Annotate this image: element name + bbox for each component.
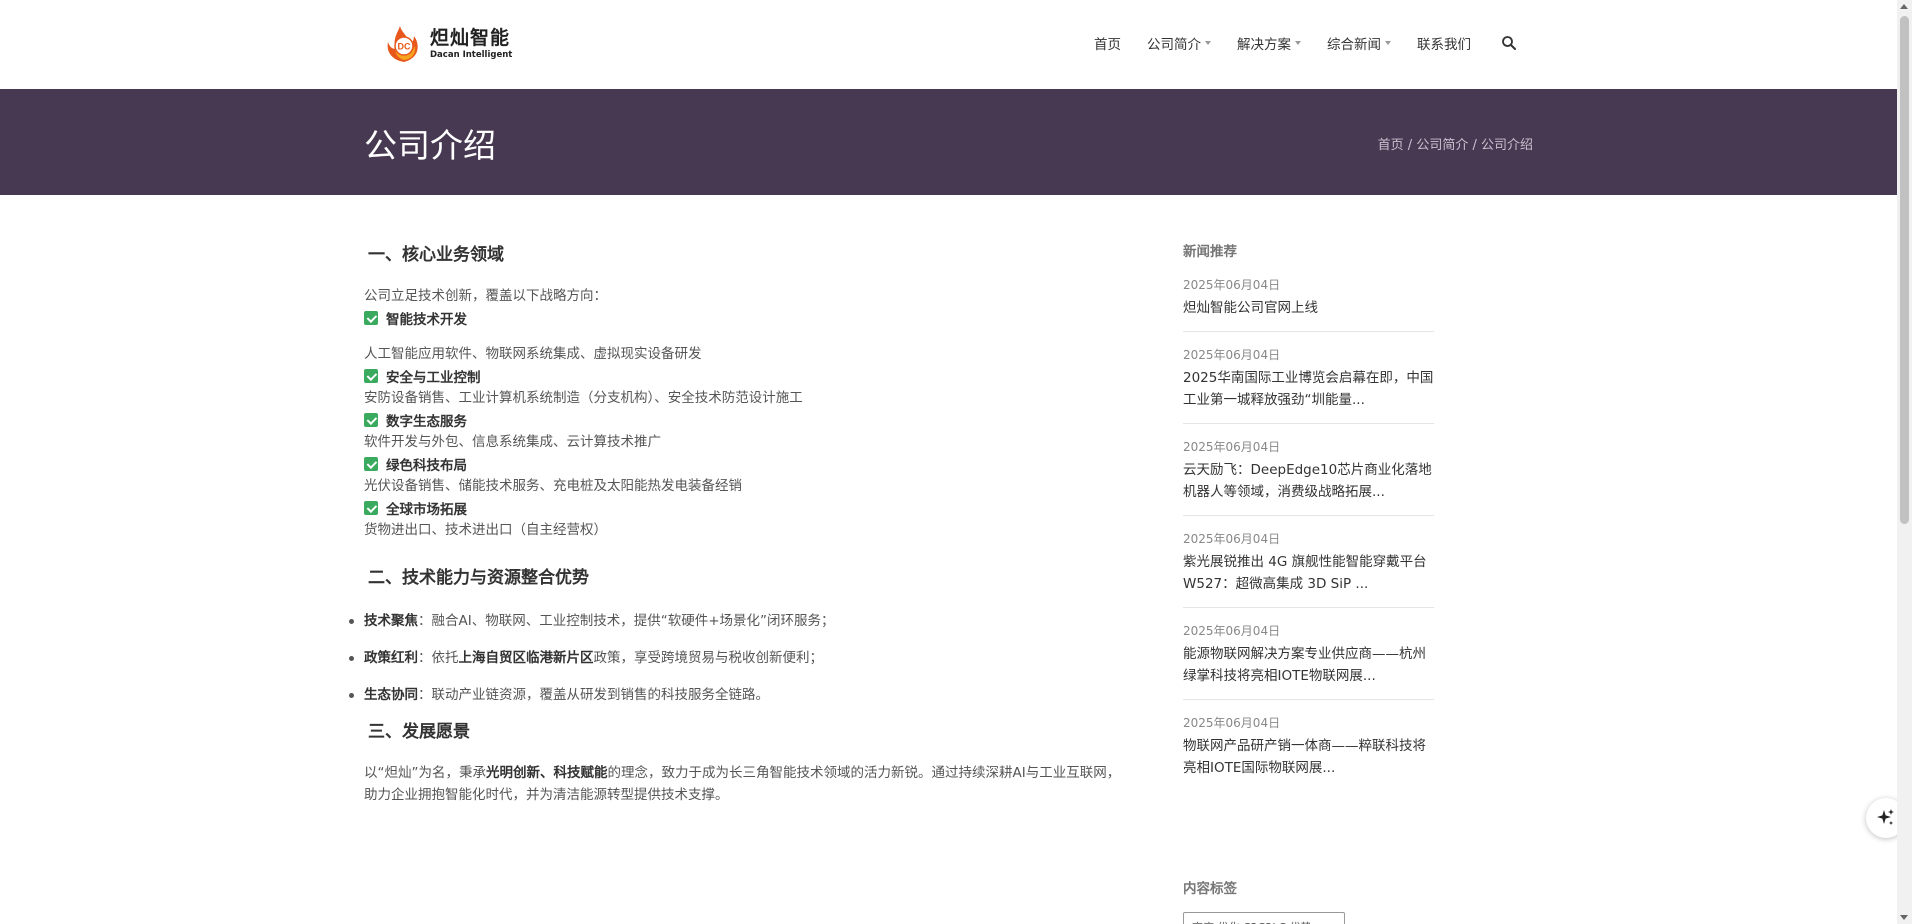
breadcrumb-company[interactable]: 公司简介 xyxy=(1416,138,1468,153)
logo-name-en: Dacan Intelligent xyxy=(430,49,513,60)
list-item-label: 政策红利 xyxy=(364,650,418,666)
vision-emphasis: 光明创新、科技赋能 xyxy=(486,765,608,781)
news-date: 2025年06月04日 xyxy=(1183,440,1281,454)
page-scrollbar[interactable] xyxy=(1897,0,1912,924)
chevron-down-icon xyxy=(1295,41,1301,45)
news-date: 2025年06月04日 xyxy=(1183,348,1281,362)
list-item-label: 生态协同 xyxy=(364,687,418,703)
list-item-label: 技术聚焦 xyxy=(364,613,418,629)
sidebar: 新闻推荐 2025年06月04日 炟灿智能公司官网上线 2025年06月04日 20… xyxy=(1183,240,1434,791)
news-date: 2025年06月04日 xyxy=(1183,716,1281,730)
business-area-heading: 全球市场拓展 xyxy=(364,497,1124,519)
svg-text:DC: DC xyxy=(398,42,411,52)
content-tag[interactable]: 高度 优化 C2C2LC 优势 xyxy=(1183,912,1345,924)
list-item-text: 政策，享受跨境贸易与税收创新便利； xyxy=(593,650,824,666)
tags-title: 内容标签 xyxy=(1183,881,1237,897)
search-icon[interactable] xyxy=(1501,35,1517,51)
news-title[interactable]: 紫光展锐推出 4G 旗舰性能智能穿戴平台 W527：超微高集成 3D SiP .… xyxy=(1183,551,1434,595)
news-title[interactable]: 2025华南国际工业博览会启幕在即，中国工业第一城释放强劲“圳能量... xyxy=(1183,367,1434,411)
scroll-down-arrow-icon[interactable] xyxy=(1900,915,1908,920)
main-nav: 首页 公司简介 解决方案 综合新闻 联系我们 xyxy=(1068,33,1517,53)
news-title[interactable]: 云天励飞：DeepEdge10芯片商业化落地机器人等领域，消费级战略拓展... xyxy=(1183,459,1434,503)
checkbox-checked-icon xyxy=(364,369,378,383)
nav-home[interactable]: 首页 xyxy=(1094,33,1121,53)
list-item: 技术聚焦：融合AI、物联网、工业控制技术，提供“软硬件+场景化”闭环服务； xyxy=(349,610,1124,647)
list-item: 政策红利：依托上海自贸区临港新片区政策，享受跨境贸易与税收创新便利； xyxy=(349,647,1124,684)
nav-news[interactable]: 综合新闻 xyxy=(1327,33,1391,53)
checkbox-checked-icon xyxy=(364,501,378,515)
business-area-name: 智能技术开发 xyxy=(386,312,467,328)
breadcrumb-home[interactable]: 首页 xyxy=(1378,138,1404,153)
business-area-desc: 光伏设备销售、储能技术服务、充电桩及太阳能热发电装备经销 xyxy=(364,478,742,494)
scrollbar-thumb[interactable] xyxy=(1900,16,1909,524)
news-item[interactable]: 2025年06月04日物联网产品研产销一体商——粹联科技将亮相IOTE国际物联网… xyxy=(1183,700,1434,791)
business-area-heading: 智能技术开发 xyxy=(364,307,1124,329)
news-item[interactable]: 2025年06月04日云天励飞：DeepEdge10芯片商业化落地机器人等领域，… xyxy=(1183,424,1434,516)
list-item: 生态协同：联动产业链资源，覆盖从研发到销售的科技服务全链路。 xyxy=(349,684,1124,721)
logo-name-cn: 炟灿智能 xyxy=(430,26,511,49)
breadcrumb: 首页 / 公司简介 / 公司介绍 xyxy=(1378,134,1533,153)
checkbox-checked-icon xyxy=(364,311,378,325)
nav-solutions-label: 解决方案 xyxy=(1237,37,1291,53)
checkbox-checked-icon xyxy=(364,457,378,471)
scroll-up-arrow-icon[interactable] xyxy=(1900,4,1908,9)
nav-company-label: 公司简介 xyxy=(1147,37,1201,53)
news-title[interactable]: 物联网产品研产销一体商——粹联科技将亮相IOTE国际物联网展... xyxy=(1183,735,1434,779)
news-date: 2025年06月04日 xyxy=(1183,624,1281,638)
breadcrumb-current: 公司介绍 xyxy=(1480,138,1533,153)
nav-solutions[interactable]: 解决方案 xyxy=(1237,33,1301,53)
nav-home-label: 首页 xyxy=(1094,37,1121,53)
page-title: 公司介绍 xyxy=(364,126,496,165)
news-item[interactable]: 2025年06月04日 2025华南国际工业博览会启幕在即，中国工业第一城释放强劲… xyxy=(1183,332,1434,424)
section-heading: 二、技术能力与资源整合优势 xyxy=(368,568,589,588)
news-item[interactable]: 2025年06月04日紫光展锐推出 4G 旗舰性能智能穿戴平台 W527：超微高… xyxy=(1183,516,1434,608)
nav-contact-label: 联系我们 xyxy=(1417,37,1471,53)
sidebar-title: 新闻推荐 xyxy=(1183,244,1237,260)
breadcrumb-separator: / xyxy=(1403,138,1417,153)
news-date: 2025年06月04日 xyxy=(1183,278,1281,292)
business-area-desc: 人工智能应用软件、物联网系统集成、虚拟现实设备研发 xyxy=(364,346,702,362)
advantage-list: 技术聚焦：融合AI、物联网、工业控制技术，提供“软硬件+场景化”闭环服务； 政策… xyxy=(349,610,1124,721)
news-item[interactable]: 2025年06月04日炟灿智能公司官网上线 xyxy=(1183,262,1434,332)
page-title-banner: 公司介绍 首页 / 公司简介 / 公司介绍 xyxy=(0,89,1897,195)
news-title[interactable]: 能源物联网解决方案专业供应商——杭州绿掌科技将亮相IOTE物联网展... xyxy=(1183,643,1434,687)
breadcrumb-separator: / xyxy=(1468,138,1481,153)
business-area-name: 全球市场拓展 xyxy=(386,502,467,518)
business-area-name: 安全与工业控制 xyxy=(386,370,481,386)
news-title[interactable]: 炟灿智能公司官网上线 xyxy=(1183,297,1434,319)
business-area-heading: 绿色科技布局 xyxy=(364,453,1124,475)
list-item-text: ：联动产业链资源，覆盖从研发到销售的科技服务全链路。 xyxy=(418,687,769,703)
nav-company[interactable]: 公司简介 xyxy=(1147,33,1211,53)
list-item-text: ：融合AI、物联网、工业控制技术，提供“软硬件+场景化”闭环服务； xyxy=(418,613,835,629)
vision-text: 以“炟灿”为名，秉承 xyxy=(364,765,486,781)
news-date: 2025年06月04日 xyxy=(1183,532,1281,546)
business-area-desc: 安防设备销售、工业计算机系统制造（分支机构）、安全技术防范设计施工 xyxy=(364,390,803,406)
list-item-text: ：依托 xyxy=(418,650,459,666)
site-logo[interactable]: DC 炟灿智能 Dacan Intelligent xyxy=(382,24,512,64)
checkbox-checked-icon xyxy=(364,413,378,427)
top-navbar: DC 炟灿智能 Dacan Intelligent 首页 公司简介 解决方案 综… xyxy=(0,0,1897,89)
business-area-name: 数字生态服务 xyxy=(386,414,467,430)
list-item-emphasis: 上海自贸区临港新片区 xyxy=(458,650,594,666)
chevron-down-icon xyxy=(1205,41,1211,45)
flame-logo-icon: DC xyxy=(382,24,426,64)
nav-news-label: 综合新闻 xyxy=(1327,37,1381,53)
nav-contact[interactable]: 联系我们 xyxy=(1417,33,1471,53)
news-item[interactable]: 2025年06月04日能源物联网解决方案专业供应商——杭州绿掌科技将亮相IOTE… xyxy=(1183,608,1434,700)
business-area-heading: 安全与工业控制 xyxy=(364,365,1124,387)
article-content: 一、核心业务领域 公司立足技术创新，覆盖以下战略方向： 智能技术开发 人工智能应… xyxy=(349,240,1124,806)
business-area-heading: 数字生态服务 xyxy=(364,409,1124,431)
section-intro: 公司立足技术创新，覆盖以下战略方向： xyxy=(364,288,607,304)
business-area-desc: 货物进出口、技术进出口（自主经营权） xyxy=(364,522,607,538)
chevron-down-icon xyxy=(1385,41,1391,45)
section-heading: 一、核心业务领域 xyxy=(368,245,504,265)
business-area-desc: 软件开发与外包、信息系统集成、云计算技术推广 xyxy=(364,434,661,450)
sparkle-icon xyxy=(1877,809,1894,825)
vision-paragraph: 以“炟灿”为名，秉承光明创新、科技赋能的理念，致力于成为长三角智能技术领域的活力… xyxy=(364,762,1124,806)
business-area-name: 绿色科技布局 xyxy=(386,458,467,474)
